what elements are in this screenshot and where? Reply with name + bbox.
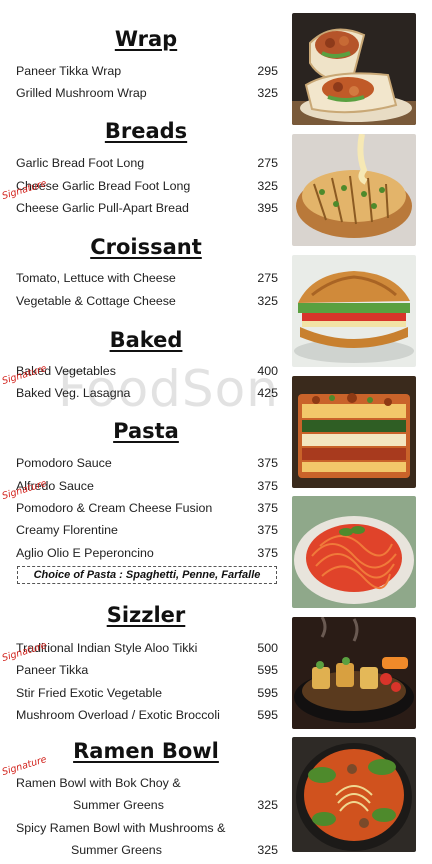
menu-item: Cheese Garlic Pull-Apart Bread 395	[16, 200, 278, 216]
item-name: Creamy Florentine	[16, 523, 118, 537]
item-price: 500	[257, 641, 278, 655]
item-price: 375	[257, 501, 278, 515]
item-price: 400	[257, 364, 278, 378]
menu-item: Tomato, Lettuce with Cheese 275	[16, 270, 278, 286]
menu-item: Pomodoro & Cream Cheese Fusion 375	[16, 500, 278, 516]
item-name: Aglio Olio E Peperoncino	[16, 546, 154, 560]
section-title-croissant: Croissant	[90, 235, 202, 259]
menu-item: Creamy Florentine 375	[16, 522, 278, 538]
item-name: Garlic Bread Foot Long	[16, 156, 145, 170]
item-name: Cheese Garlic Pull-Apart Bread	[16, 201, 189, 215]
menu-item: Spicy Ramen Bowl with Mushrooms & Summer…	[16, 820, 278, 860]
section-title-pasta: Pasta	[113, 419, 179, 443]
item-price: 595	[257, 708, 278, 722]
menu-item: Stir Fried Exotic Vegetable 595	[16, 685, 278, 701]
item-name-line2: Summer Greens	[73, 798, 164, 812]
section-title-sizzler: Sizzler	[106, 603, 186, 627]
ramen-photo	[292, 737, 416, 852]
item-name: Paneer Tikka Wrap	[16, 64, 122, 78]
menu-item: Grilled Mushroom Wrap 325	[16, 85, 278, 101]
menu-item: Traditional Indian Style Aloo Tikki 500	[16, 640, 278, 656]
item-name: Paneer Tikka	[16, 663, 89, 677]
section-title-wrap: Wrap	[114, 27, 178, 51]
croissant-sandwich-photo	[292, 255, 416, 367]
item-name: Tomato, Lettuce with Cheese	[16, 271, 176, 285]
item-name: Stir Fried Exotic Vegetable	[16, 686, 163, 700]
menu-item: Cheese Garlic Bread Foot Long 325	[16, 178, 278, 194]
item-price: 375	[257, 523, 278, 537]
wrap-photo	[292, 13, 416, 125]
item-price: 275	[257, 156, 278, 170]
item-price: 325	[257, 798, 278, 812]
menu-item: Baked Vegetables 400	[16, 363, 278, 379]
lasagna-photo	[292, 376, 416, 488]
item-price: 395	[257, 201, 278, 215]
item-price: 325	[257, 294, 278, 308]
menu-item: Baked Veg. Lasagna 425	[16, 385, 278, 401]
spaghetti-photo	[292, 496, 416, 608]
garlic-bread-photo	[292, 134, 416, 246]
item-name-line1: Spicy Ramen Bowl with Mushrooms &	[16, 821, 226, 835]
menu-item: Paneer Tikka 595	[16, 662, 278, 678]
item-name: Baked Veg. Lasagna	[16, 386, 131, 400]
item-name: Grilled Mushroom Wrap	[16, 86, 147, 100]
menu-item: Vegetable & Cottage Cheese 325	[16, 293, 278, 309]
menu-item: Mushroom Overload / Exotic Broccoli 595	[16, 707, 278, 723]
menu-item: Ramen Bowl with Bok Choy & Summer Greens…	[16, 775, 278, 815]
menu-item: Paneer Tikka Wrap 295	[16, 63, 278, 79]
item-price: 375	[257, 479, 278, 493]
item-price: 595	[257, 663, 278, 677]
item-name-line1: Ramen Bowl with Bok Choy &	[16, 776, 181, 790]
item-price: 325	[257, 179, 278, 193]
item-name: Vegetable & Cottage Cheese	[16, 294, 176, 308]
item-price: 325	[257, 86, 278, 100]
item-name-line2: Summer Greens	[71, 843, 162, 857]
pasta-choice-note: Choice of Pasta : Spaghetti, Penne, Farf…	[17, 566, 277, 584]
menu-item: Aglio Olio E Peperoncino 375	[16, 545, 278, 561]
item-price: 275	[257, 271, 278, 285]
item-price: 425	[257, 386, 278, 400]
item-name: Pomodoro & Cream Cheese Fusion	[16, 501, 213, 515]
item-price: 295	[257, 64, 278, 78]
item-name: Mushroom Overload / Exotic Broccoli	[16, 708, 220, 722]
sizzler-photo	[292, 617, 416, 729]
menu-item: Pomodoro Sauce 375	[16, 455, 278, 471]
item-price: 375	[257, 546, 278, 560]
section-title-breads: Breads	[104, 119, 188, 143]
section-title-baked: Baked	[109, 328, 183, 352]
item-price: 375	[257, 456, 278, 470]
menu-item: Garlic Bread Foot Long 275	[16, 155, 278, 171]
item-price: 595	[257, 686, 278, 700]
item-price: 325	[257, 843, 278, 857]
menu-item: Alfredo Sauce 375	[16, 478, 278, 494]
item-name: Pomodoro Sauce	[16, 456, 112, 470]
